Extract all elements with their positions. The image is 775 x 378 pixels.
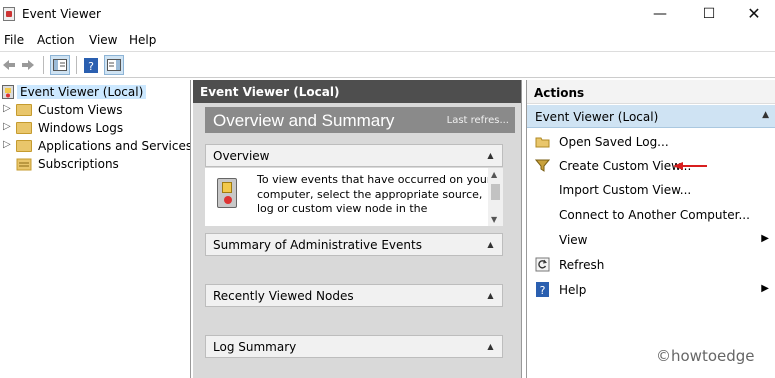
action-label: Connect to Another Computer...	[559, 208, 750, 222]
folder-icon	[16, 121, 32, 135]
tree-item-label: Event Viewer (Local)	[17, 85, 147, 99]
properties-icon[interactable]	[104, 55, 124, 75]
menu-view[interactable]: View	[89, 33, 117, 47]
tree-item-label: Windows Logs	[38, 121, 124, 135]
tree-item-custom-views[interactable]: ▷ Custom Views	[0, 101, 190, 119]
subscriptions-icon	[16, 157, 32, 171]
action-view[interactable]: View ▶	[527, 229, 775, 251]
action-label: View	[559, 233, 588, 247]
action-open-saved-log[interactable]: Open Saved Log...	[527, 131, 775, 153]
scroll-thumb[interactable]	[491, 184, 500, 200]
event-viewer-icon	[2, 85, 18, 99]
menu-action[interactable]: Action	[37, 33, 75, 47]
svg-text:?: ?	[540, 284, 546, 297]
section-log-summary[interactable]: Log Summary ▲	[205, 335, 503, 358]
watermark: ©howtoedge	[656, 347, 755, 365]
actions-pane: Actions Event Viewer (Local) ▲ Open Save…	[526, 80, 775, 378]
section-title: Log Summary	[213, 340, 297, 354]
overview-banner: Overview and Summary Last refres...	[205, 107, 515, 133]
svg-text:?: ?	[88, 60, 94, 73]
help-icon[interactable]: ?	[82, 55, 100, 75]
maximize-button[interactable]: ☐	[686, 0, 732, 30]
forward-arrow-icon[interactable]	[19, 55, 37, 75]
menu-bar: File Action View Help	[0, 31, 775, 50]
action-create-custom-view[interactable]: Create Custom View...	[527, 155, 775, 177]
last-refreshed-label: Last refres...	[446, 115, 509, 126]
action-label: Refresh	[559, 258, 605, 272]
tree-item-applications-services[interactable]: ▷ Applications and Services Lo	[0, 137, 191, 155]
tree-item-windows-logs[interactable]: ▷ Windows Logs	[0, 119, 190, 137]
navigation-tree: Event Viewer (Local) ▷ Custom Views ▷ Wi…	[0, 80, 191, 378]
section-overview[interactable]: Overview ▲	[205, 144, 503, 167]
expand-chevron-icon[interactable]: ▷	[3, 139, 11, 150]
show-hide-tree-icon[interactable]	[50, 55, 70, 75]
folder-icon	[16, 139, 32, 153]
section-title: Recently Viewed Nodes	[213, 289, 354, 303]
actions-group-event-viewer-local[interactable]: Event Viewer (Local) ▲	[527, 105, 775, 128]
section-title: Overview	[213, 149, 270, 163]
overview-banner-title: Overview and Summary	[213, 111, 395, 130]
action-connect-another-computer[interactable]: Connect to Another Computer...	[527, 204, 775, 226]
tree-item-event-viewer-local[interactable]: Event Viewer (Local)	[0, 83, 190, 101]
action-help[interactable]: ? Help ▶	[527, 279, 775, 301]
overview-scrollbar[interactable]: ▲ ▼	[488, 168, 503, 226]
action-refresh[interactable]: Refresh	[527, 254, 775, 276]
minimize-button[interactable]: —	[637, 0, 683, 30]
toolbar: ?	[0, 51, 775, 78]
scroll-up-icon[interactable]: ▲	[491, 170, 497, 179]
toolbar-separator	[43, 56, 44, 74]
submenu-arrow-icon: ▶	[761, 283, 769, 294]
back-arrow-icon[interactable]	[0, 55, 18, 75]
collapse-icon[interactable]: ▲	[484, 290, 497, 302]
tree-item-label: Applications and Services Lo	[38, 139, 191, 153]
section-summary-admin-events[interactable]: Summary of Administrative Events ▲	[205, 233, 503, 256]
actions-group-title: Event Viewer (Local)	[535, 110, 659, 124]
filter-icon	[534, 158, 551, 173]
close-button[interactable]: ✕	[731, 0, 775, 30]
window-title: Event Viewer	[22, 7, 101, 21]
help-icon: ?	[535, 282, 550, 297]
refresh-icon	[535, 257, 550, 272]
action-label: Help	[559, 283, 587, 297]
actions-header: Actions	[527, 80, 775, 104]
folder-icon	[16, 103, 32, 117]
menu-help[interactable]: Help	[129, 33, 156, 47]
collapse-icon[interactable]: ▲	[762, 110, 769, 120]
tree-item-label: Custom Views	[38, 103, 123, 117]
action-label: Create Custom View...	[559, 159, 692, 173]
menu-file[interactable]: File	[4, 33, 24, 47]
center-pane: Event Viewer (Local) Overview and Summar…	[193, 80, 522, 378]
collapse-icon[interactable]: ▲	[484, 150, 497, 162]
toolbar-separator	[76, 56, 77, 74]
event-viewer-app-icon	[3, 7, 15, 21]
open-folder-icon	[535, 134, 550, 149]
annotation-arrow-icon	[673, 162, 707, 170]
section-recently-viewed-nodes[interactable]: Recently Viewed Nodes ▲	[205, 284, 503, 307]
action-label: Open Saved Log...	[559, 135, 669, 149]
title-bar: Event Viewer — ☐ ✕	[0, 0, 775, 30]
tree-item-subscriptions[interactable]: Subscriptions	[0, 155, 190, 173]
submenu-arrow-icon: ▶	[761, 233, 769, 244]
event-log-icon	[217, 178, 237, 208]
overview-body: To view events that have occurred on you…	[205, 168, 503, 226]
scroll-down-icon[interactable]: ▼	[491, 215, 497, 224]
action-label: Import Custom View...	[559, 183, 692, 197]
center-pane-header: Event Viewer (Local)	[193, 80, 521, 103]
action-import-custom-view[interactable]: Import Custom View...	[527, 179, 775, 201]
collapse-icon[interactable]: ▲	[484, 239, 497, 251]
expand-chevron-icon[interactable]: ▷	[3, 103, 11, 114]
tree-item-label: Subscriptions	[38, 157, 119, 171]
collapse-icon[interactable]: ▲	[484, 341, 497, 353]
expand-chevron-icon[interactable]: ▷	[3, 121, 11, 132]
section-title: Summary of Administrative Events	[213, 238, 422, 252]
overview-text: To view events that have occurred on you…	[257, 173, 492, 215]
